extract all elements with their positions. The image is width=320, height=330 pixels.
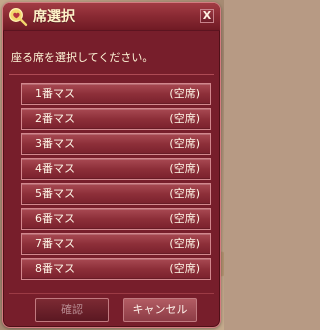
seat-status: (空席) xyxy=(169,212,200,225)
cancel-button[interactable]: キャンセル xyxy=(123,298,197,322)
divider-bottom xyxy=(9,293,214,294)
seat-slot-8[interactable]: 8番マス (空席) xyxy=(21,258,211,280)
seat-status: (空席) xyxy=(169,112,200,125)
search-heart-icon xyxy=(9,8,28,26)
seat-slot-5[interactable]: 5番マス (空席) xyxy=(21,183,211,205)
seat-slot-6[interactable]: 6番マス (空席) xyxy=(21,208,211,230)
dialog-title: 席選択 xyxy=(33,9,75,25)
seat-label: 8番マス xyxy=(35,262,75,275)
seat-slot-3[interactable]: 3番マス (空席) xyxy=(21,133,211,155)
divider-top xyxy=(9,74,214,75)
seat-status: (空席) xyxy=(169,237,200,250)
seat-status: (空席) xyxy=(169,262,200,275)
seat-label: 4番マス xyxy=(35,162,75,175)
instruction-text: 座る席を選択してください。 xyxy=(11,51,154,64)
confirm-button[interactable]: 確認 xyxy=(35,298,109,322)
seat-label: 1番マス xyxy=(35,87,75,100)
seat-slot-1[interactable]: 1番マス (空席) xyxy=(21,83,211,105)
seat-label: 2番マス xyxy=(35,112,75,125)
seat-status: (空席) xyxy=(169,87,200,100)
seat-status: (空席) xyxy=(169,137,200,150)
seat-status: (空席) xyxy=(169,187,200,200)
seat-status: (空席) xyxy=(169,162,200,175)
seat-slot-4[interactable]: 4番マス (空席) xyxy=(21,158,211,180)
seat-label: 6番マス xyxy=(35,212,75,225)
seat-label: 5番マス xyxy=(35,187,75,200)
seat-label: 3番マス xyxy=(35,137,75,150)
dialog-titlebar: 席選択 X xyxy=(3,3,220,31)
seat-slot-7[interactable]: 7番マス (空席) xyxy=(21,233,211,255)
close-button[interactable]: X xyxy=(200,9,214,23)
seat-label: 7番マス xyxy=(35,237,75,250)
seat-slot-2[interactable]: 2番マス (空席) xyxy=(21,108,211,130)
seat-selection-dialog: 席選択 X 座る席を選択してください。 1番マス (空席) 2番マス (空席) … xyxy=(2,2,221,328)
